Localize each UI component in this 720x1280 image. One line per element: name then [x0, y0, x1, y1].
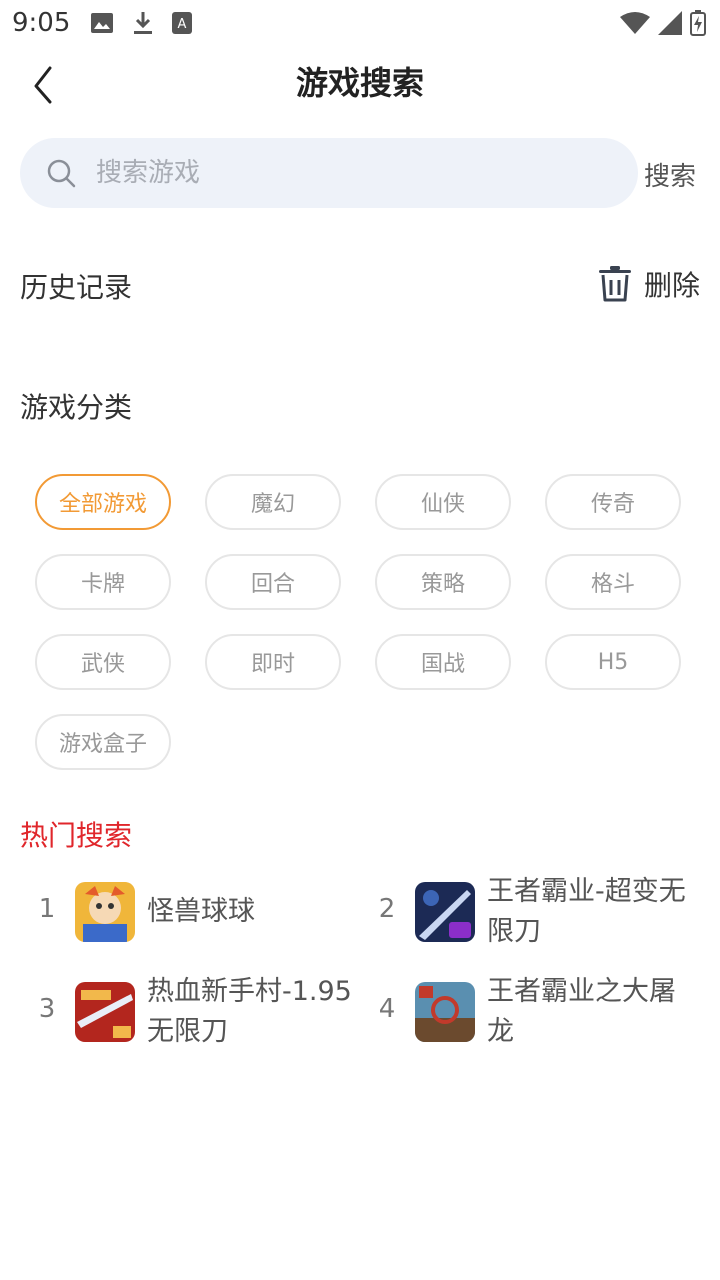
chip-realtime[interactable]: 即时	[205, 634, 341, 690]
chip-nation-war[interactable]: 国战	[375, 634, 511, 690]
image-icon	[91, 13, 113, 33]
chip-fighting[interactable]: 格斗	[545, 554, 681, 610]
a-badge-icon: A	[172, 12, 192, 34]
chip-turn-based[interactable]: 回合	[205, 554, 341, 610]
page-title: 游戏搜索	[295, 64, 424, 102]
status-time: 9:05	[12, 8, 71, 38]
chip-fantasy[interactable]: 魔幻	[205, 474, 341, 530]
hot-search-item[interactable]: 3 热血新手村-1.95无限刀	[35, 964, 355, 1060]
download-icon	[134, 12, 152, 34]
hot-rank: 4	[378, 994, 396, 1024]
hot-rank: 2	[378, 894, 396, 924]
status-bar: 9:05 A	[0, 0, 720, 48]
chip-card[interactable]: 卡牌	[35, 554, 171, 610]
delete-history-button[interactable]: 删除	[598, 264, 700, 304]
wifi-icon	[620, 12, 650, 34]
game-icon	[415, 882, 475, 942]
game-name: 王者霸业之大屠龙	[487, 976, 676, 1047]
game-name: 热血新手村-1.95无限刀	[147, 976, 352, 1047]
search-button[interactable]: 搜索	[644, 156, 696, 193]
game-icon	[75, 982, 135, 1042]
chip-h5[interactable]: H5	[545, 634, 681, 690]
chip-game-box[interactable]: 游戏盒子	[35, 714, 171, 770]
game-name: 怪兽球球	[147, 896, 255, 927]
trash-icon	[598, 266, 631, 302]
hot-search-title: 热门搜索	[20, 819, 133, 852]
chip-wuxia[interactable]: 武侠	[35, 634, 171, 690]
chip-strategy[interactable]: 策略	[375, 554, 511, 610]
category-title: 游戏分类	[20, 391, 133, 424]
signal-icon	[658, 11, 682, 35]
search-input[interactable]	[96, 152, 616, 194]
hot-rank: 1	[38, 894, 56, 924]
game-icon	[75, 882, 135, 942]
chip-all-games[interactable]: 全部游戏	[35, 474, 171, 530]
game-icon	[415, 982, 475, 1042]
hot-search-item[interactable]: 1 怪兽球球	[35, 864, 355, 960]
svg-text:A: A	[178, 17, 187, 32]
delete-label: 删除	[643, 269, 700, 302]
nav-header: 游戏搜索	[0, 48, 720, 112]
hot-search-item[interactable]: 2 王者霸业-超变无限刀	[375, 864, 695, 960]
chip-xianxia[interactable]: 仙侠	[375, 474, 511, 530]
chip-legend[interactable]: 传奇	[545, 474, 681, 530]
search-box[interactable]	[20, 138, 638, 208]
hot-search-item[interactable]: 4 王者霸业之大屠龙	[375, 964, 695, 1060]
battery-charging-icon	[690, 10, 706, 36]
hot-rank: 3	[38, 994, 56, 1024]
search-icon	[47, 159, 76, 188]
game-name: 王者霸业-超变无限刀	[487, 876, 686, 947]
history-title: 历史记录	[20, 271, 133, 304]
